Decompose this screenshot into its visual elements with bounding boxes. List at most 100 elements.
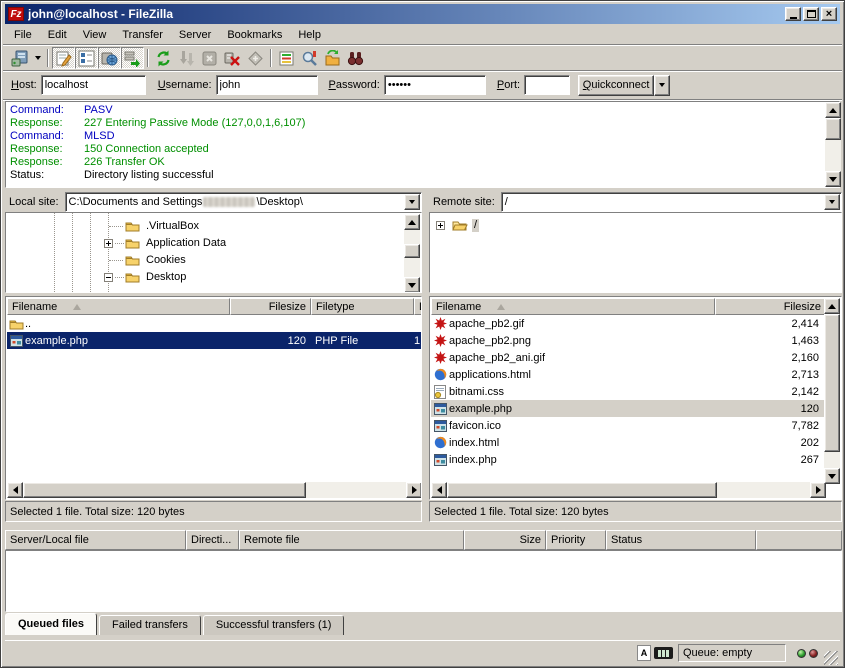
column-header-filename[interactable]: Filename <box>431 298 715 315</box>
close-button[interactable]: × <box>821 7 837 21</box>
expand-plus-icon[interactable] <box>436 221 445 230</box>
tab-successful-transfers[interactable]: Successful transfers (1) <box>203 615 345 635</box>
remote-list-vscrollbar[interactable] <box>824 298 840 484</box>
scroll-up-button[interactable] <box>825 102 841 118</box>
scroll-up-button[interactable] <box>404 214 420 230</box>
site-manager-dropdown[interactable] <box>31 47 44 69</box>
title-bar[interactable]: Fz john@localhost - FileZilla × <box>5 4 840 24</box>
menu-help[interactable]: Help <box>290 27 329 43</box>
cancel-button[interactable] <box>198 47 221 69</box>
scroll-thumb[interactable] <box>825 118 841 140</box>
filetype-cell: PHP File <box>311 335 414 347</box>
sort-ascending-icon <box>497 304 505 310</box>
scroll-thumb[interactable] <box>23 482 306 498</box>
port-input[interactable] <box>524 75 570 95</box>
scroll-down-button[interactable] <box>824 468 840 484</box>
menu-transfer[interactable]: Transfer <box>114 27 171 43</box>
scroll-left-button[interactable] <box>7 482 23 498</box>
local-site-combo-dropdown[interactable] <box>404 194 420 210</box>
scroll-down-button[interactable] <box>825 171 841 187</box>
toggle-queue-button[interactable] <box>121 47 144 69</box>
chevron-down-icon <box>659 83 665 87</box>
tree-item-desktop[interactable]: Desktop <box>6 269 421 286</box>
scroll-thumb[interactable] <box>824 314 840 452</box>
tree-item-application-data[interactable]: Application Data <box>6 235 421 252</box>
local-list-hscrollbar[interactable] <box>7 482 422 498</box>
host-input[interactable] <box>41 75 146 95</box>
password-input[interactable] <box>384 75 486 95</box>
column-header-direction[interactable]: Directi... <box>186 530 239 550</box>
remote-list-hscrollbar[interactable] <box>431 482 826 498</box>
local-site-combo[interactable]: C:\Documents and Settings\Desktop\ <box>65 192 422 212</box>
scroll-thumb[interactable] <box>404 244 420 258</box>
resize-grip[interactable] <box>824 651 838 665</box>
site-manager-button[interactable] <box>8 47 31 69</box>
local-tree-scrollbar[interactable] <box>404 214 420 293</box>
process-queue-button[interactable] <box>175 47 198 69</box>
quickconnect-dropdown[interactable] <box>654 75 670 96</box>
toggle-message-log-button[interactable] <box>52 47 75 69</box>
remote-file-row[interactable]: index.html 202 <box>431 434 826 451</box>
scroll-right-button[interactable] <box>406 482 422 498</box>
menu-bookmarks[interactable]: Bookmarks <box>219 27 290 43</box>
vertical-splitter[interactable] <box>422 191 429 522</box>
local-file-row-selected[interactable]: example.php 120 PHP File 1 <box>7 332 422 349</box>
column-header-server-local-file[interactable]: Server/Local file <box>5 530 186 550</box>
synchronized-browsing-button[interactable] <box>321 47 344 69</box>
toggle-local-tree-button[interactable] <box>75 47 98 69</box>
menu-file[interactable]: File <box>6 27 40 43</box>
column-header-remote-file[interactable]: Remote file <box>239 530 464 550</box>
transfer-type-icon[interactable]: A <box>637 645 651 661</box>
remote-file-row[interactable]: apache_pb2.gif 2,414 <box>431 315 826 332</box>
speed-limit-icon[interactable] <box>654 647 673 659</box>
find-files-button[interactable] <box>344 47 367 69</box>
maximize-button[interactable] <box>803 7 819 21</box>
minimize-button[interactable] <box>785 7 801 21</box>
remote-file-row[interactable]: applications.html 2,713 <box>431 366 826 383</box>
disconnect-button[interactable] <box>221 47 244 69</box>
toggle-remote-tree-button[interactable] <box>98 47 121 69</box>
column-header-status[interactable]: Status <box>606 530 756 550</box>
menu-view[interactable]: View <box>75 27 115 43</box>
remote-file-row[interactable]: index.php 267 <box>431 451 826 468</box>
directory-filters-button[interactable] <box>275 47 298 69</box>
tab-failed-transfers[interactable]: Failed transfers <box>99 615 201 635</box>
compare-directories-button[interactable] <box>298 47 321 69</box>
scroll-thumb[interactable] <box>447 482 717 498</box>
scroll-left-button[interactable] <box>431 482 447 498</box>
remote-file-row[interactable]: favicon.ico 7,782 <box>431 417 826 434</box>
log-type: Command: <box>10 104 84 117</box>
scroll-up-button[interactable] <box>824 298 840 314</box>
tab-queued-files[interactable]: Queued files <box>5 613 97 635</box>
reconnect-button[interactable] <box>244 47 267 69</box>
remote-file-row-selected[interactable]: example.php 120 <box>431 400 826 417</box>
reconnect-icon <box>247 50 264 67</box>
column-header-filename[interactable]: Filename <box>7 298 230 315</box>
tree-item-root[interactable]: / <box>430 217 841 234</box>
expand-plus-icon[interactable] <box>104 239 113 248</box>
log-scrollbar[interactable] <box>825 102 841 187</box>
column-header-filetype[interactable]: Filetype <box>311 298 414 315</box>
menu-server[interactable]: Server <box>171 27 219 43</box>
remote-file-row[interactable]: apache_pb2.png 1,463 <box>431 332 826 349</box>
menu-edit[interactable]: Edit <box>40 27 75 43</box>
tree-item-virtualbox[interactable]: .VirtualBox <box>6 218 421 235</box>
column-header-filesize[interactable]: Filesize <box>230 298 311 315</box>
scroll-right-button[interactable] <box>810 482 826 498</box>
remote-file-row[interactable]: apache_pb2_ani.gif 2,160 <box>431 349 826 366</box>
remote-site-combo[interactable]: / <box>501 192 842 212</box>
column-header-priority[interactable]: Priority <box>546 530 606 550</box>
host-label: Host: <box>11 79 37 91</box>
column-header-size[interactable]: Size <box>464 530 546 550</box>
collapse-minus-icon[interactable] <box>104 273 113 282</box>
remote-file-row[interactable]: bitnami.css 2,142 <box>431 383 826 400</box>
username-input[interactable] <box>216 75 318 95</box>
tree-item-cookies[interactable]: Cookies <box>6 252 421 269</box>
column-header-modified[interactable]: L <box>414 298 422 315</box>
scroll-down-button[interactable] <box>404 277 420 293</box>
quickconnect-button[interactable]: Quickconnect <box>578 75 654 96</box>
column-header-filesize[interactable]: Filesize <box>715 298 826 315</box>
remote-site-combo-dropdown[interactable] <box>824 194 840 210</box>
refresh-button[interactable] <box>152 47 175 69</box>
parent-directory-row[interactable]: .. <box>7 315 422 332</box>
